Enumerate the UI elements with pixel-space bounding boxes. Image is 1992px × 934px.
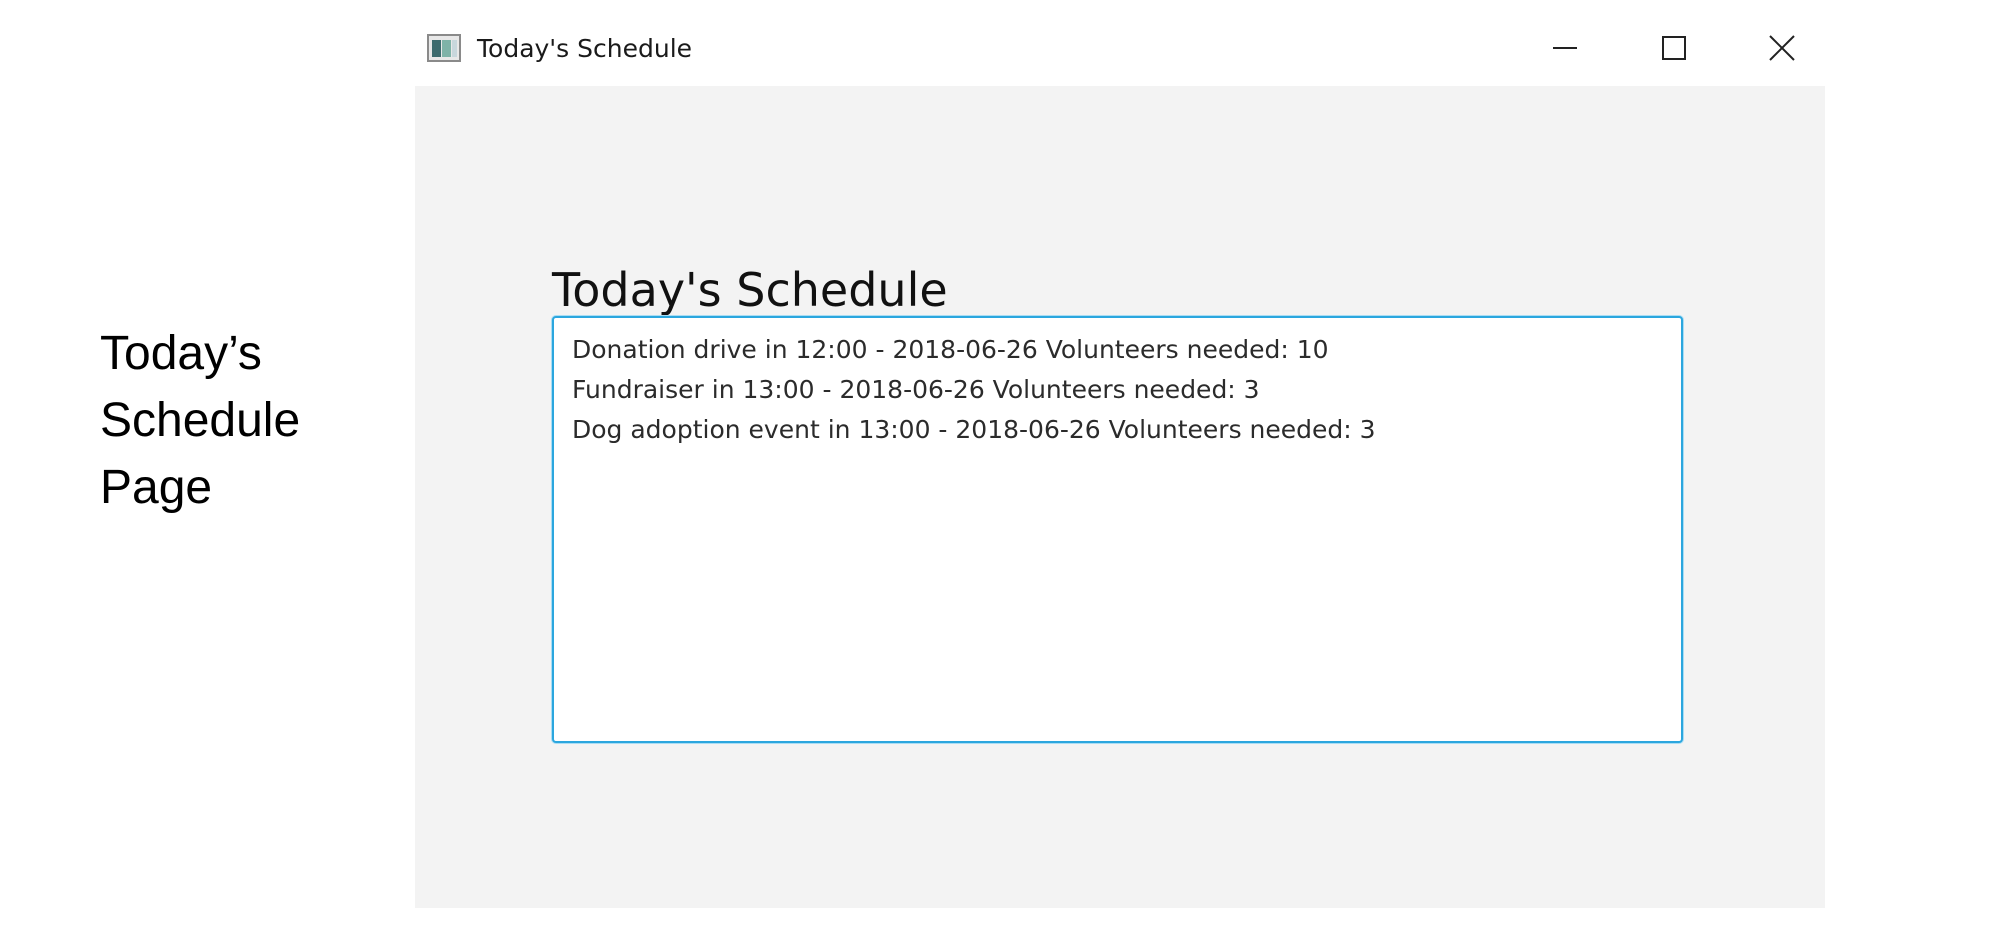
window-client-area: Today's Schedule Donation drive in 12:00… — [415, 86, 1825, 908]
maximize-button[interactable] — [1644, 26, 1704, 70]
caption-line-2: Schedule — [100, 394, 301, 447]
minimize-button[interactable] — [1535, 26, 1595, 70]
list-item[interactable]: Fundraiser in 13:00 - 2018-06-26 Volunte… — [554, 370, 1681, 410]
schedule-list[interactable]: Donation drive in 12:00 - 2018-06-26 Vol… — [552, 316, 1683, 743]
app-window-icon — [427, 34, 461, 62]
list-item[interactable]: Dog adoption event in 13:00 - 2018-06-26… — [554, 410, 1681, 450]
close-icon — [1768, 34, 1796, 62]
caption-line-3: Page — [100, 461, 213, 514]
page-title: Today's Schedule — [552, 263, 948, 317]
title-bar[interactable]: Today's Schedule — [415, 18, 1825, 86]
minimize-icon — [1552, 35, 1578, 61]
window-title: Today's Schedule — [477, 34, 693, 63]
maximize-icon — [1661, 35, 1687, 61]
side-caption: Today’s Schedule Page — [100, 320, 300, 521]
app-window: Today's Schedule Today's Schedule Donati… — [415, 18, 1825, 908]
list-item[interactable]: Donation drive in 12:00 - 2018-06-26 Vol… — [554, 330, 1681, 370]
caption-line-1: Today’s — [100, 327, 262, 380]
close-button[interactable] — [1752, 26, 1812, 70]
